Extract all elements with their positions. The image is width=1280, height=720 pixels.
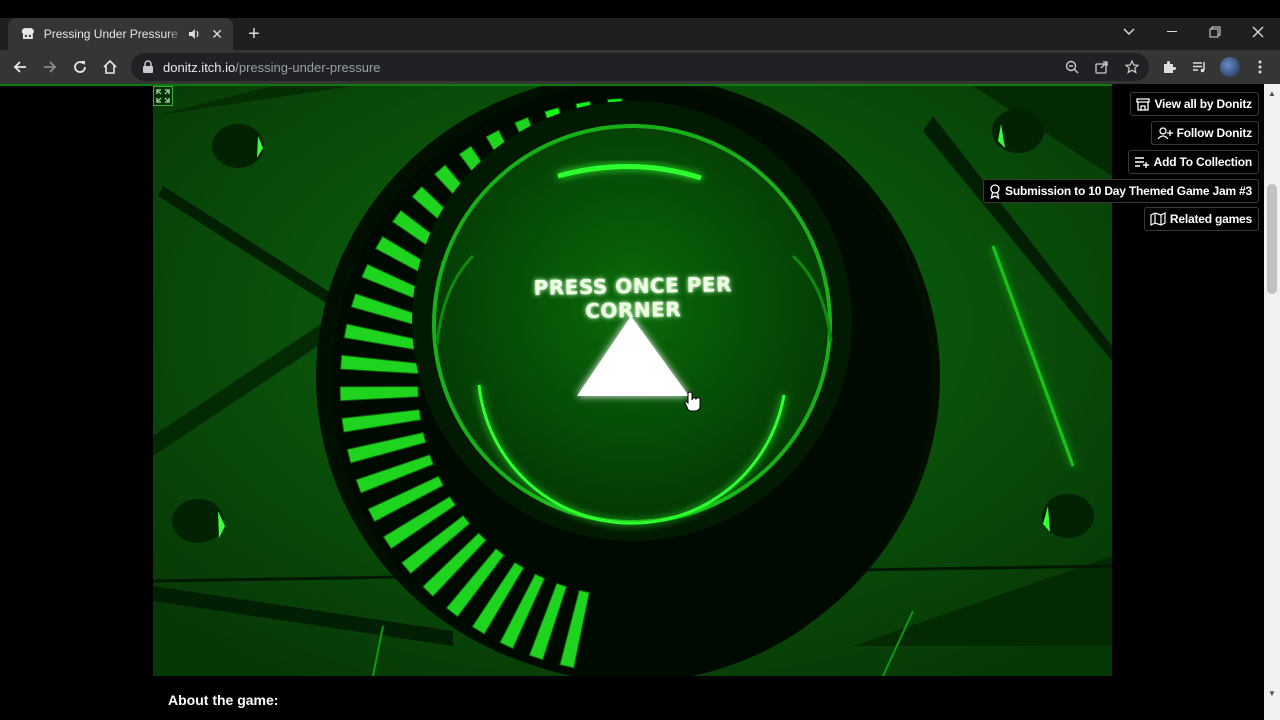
game-instruction-text: PRESS ONCE PER CORNER (533, 272, 733, 323)
add-user-icon (1157, 126, 1173, 139)
forward-icon[interactable] (40, 57, 60, 77)
related-games-button[interactable]: Related games (1143, 207, 1259, 231)
browser-tab[interactable]: Pressing Under Pressure by Donitz ✕ (8, 18, 233, 50)
award-icon (990, 183, 1000, 199)
new-tab-button[interactable]: + (244, 24, 264, 44)
url-path: /pressing-under-pressure (235, 60, 381, 75)
zoom-icon[interactable] (1064, 59, 1080, 75)
view-all-button[interactable]: View all by Donitz (1130, 92, 1259, 116)
lock-icon[interactable] (142, 60, 154, 74)
extensions-icon[interactable] (1160, 58, 1178, 76)
minimize-icon[interactable] (1159, 20, 1185, 44)
store-icon (1136, 97, 1151, 111)
add-collection-label: Add To Collection (1153, 155, 1253, 169)
related-games-label: Related games (1169, 212, 1252, 226)
corner-bolt (1042, 494, 1094, 538)
speaker-icon[interactable] (187, 27, 201, 41)
fullscreen-icon[interactable] (153, 86, 173, 106)
page-scrollbar[interactable]: ▲ ▼ (1264, 84, 1280, 720)
about-heading: About the game: (168, 692, 279, 708)
profile-avatar[interactable] (1220, 57, 1240, 77)
media-icon[interactable] (1190, 58, 1208, 76)
game-frame[interactable]: PRESS ONCE PER CORNER (153, 86, 1112, 676)
menu-icon[interactable] (1251, 58, 1269, 76)
share-icon[interactable] (1094, 59, 1110, 75)
submission-button[interactable]: Submission to 10 Day Themed Game Jam #3 (983, 179, 1259, 203)
bookmark-star-icon[interactable] (1124, 59, 1140, 75)
submission-label: Submission to 10 Day Themed Game Jam #3 (1005, 184, 1252, 198)
tab-search-icon[interactable] (1116, 20, 1142, 44)
scroll-down-icon[interactable]: ▼ (1264, 686, 1280, 700)
reload-icon[interactable] (70, 57, 90, 77)
url-host: donitz.itch.io (163, 60, 236, 75)
map-icon (1150, 212, 1166, 226)
view-all-label: View all by Donitz (1154, 97, 1252, 111)
home-icon[interactable] (100, 57, 120, 77)
follow-label: Follow Donitz (1176, 126, 1253, 140)
window-top-strip (0, 0, 1280, 18)
close-window-icon[interactable] (1245, 20, 1271, 44)
scroll-thumb[interactable] (1267, 184, 1277, 294)
back-icon[interactable] (10, 57, 30, 77)
playlist-add-icon (1134, 157, 1149, 168)
follow-button[interactable]: Follow Donitz (1150, 121, 1259, 145)
game-scene (153, 86, 1112, 676)
tab-title: Pressing Under Pressure by Donitz (43, 27, 184, 41)
add-collection-button[interactable]: Add To Collection (1127, 150, 1259, 174)
tab-close-icon[interactable]: ✕ (209, 26, 225, 42)
scroll-up-icon[interactable]: ▲ (1264, 86, 1280, 100)
url-text[interactable]: donitz.itch.io/pressing-under-pressure (163, 60, 381, 75)
itch-favicon-icon (21, 28, 34, 39)
corner-bolt (992, 109, 1044, 153)
about-section (153, 676, 1112, 702)
restore-icon[interactable] (1202, 20, 1228, 44)
corner-bolt (212, 124, 264, 168)
